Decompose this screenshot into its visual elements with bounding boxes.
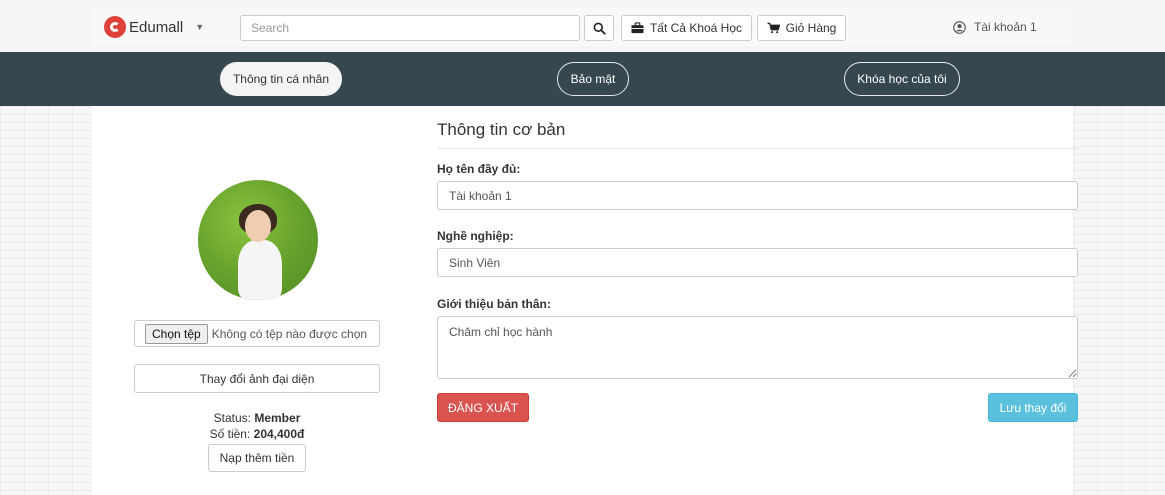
fullname-field[interactable]	[437, 181, 1078, 210]
bio-textarea[interactable]: Chăm chỉ học hành	[437, 316, 1078, 379]
avatar	[198, 180, 318, 300]
avatar-figure-face	[245, 210, 271, 242]
change-avatar-button[interactable]: Thay đổi ảnh đại diện	[134, 364, 380, 393]
search-input[interactable]	[240, 15, 580, 41]
top-navbar-inner: Edumall ▼ Tất Cả Khoá Học	[92, 8, 1073, 46]
logout-button[interactable]: ĐĂNG XUẤT	[437, 393, 529, 422]
file-input[interactable]: Chọn tệp Không có tệp nào được chọn	[134, 320, 380, 347]
account-label: Tài khoản 1	[974, 20, 1037, 34]
profile-tabs-band: Thông tin cá nhân Bảo mật Khóa học của t…	[0, 52, 1165, 106]
tab-my-courses[interactable]: Khóa học của tôi	[844, 62, 960, 96]
choose-file-button[interactable]: Chọn tệp	[145, 323, 208, 344]
balance-value: 204,400đ	[253, 427, 305, 441]
job-field[interactable]	[437, 248, 1078, 277]
brand-logo[interactable]: Edumall ▼	[104, 16, 204, 38]
file-status-text: Không có tệp nào được chọn	[211, 326, 368, 341]
section-title: Thông tin cơ bản	[437, 120, 1078, 149]
search-button[interactable]	[584, 15, 614, 41]
right-pattern-strip	[1073, 106, 1165, 495]
cart-icon	[767, 22, 780, 34]
brand-name: Edumall	[129, 18, 184, 36]
avatar-figure	[238, 240, 282, 300]
balance-label: Số tiền:	[209, 427, 251, 441]
status-value: Member	[254, 411, 301, 425]
all-courses-label: Tất Cả Khoá Học	[649, 21, 743, 35]
edumall-logo-icon	[104, 16, 126, 38]
tab-security[interactable]: Bảo mật	[557, 62, 629, 96]
user-circle-icon	[953, 20, 966, 34]
cart-label: Giỏ Hàng	[785, 21, 837, 35]
account-menu[interactable]: Tài khoản 1	[953, 20, 1073, 34]
bio-label: Giới thiệu bản thân:	[437, 297, 551, 311]
caret-down-icon[interactable]: ▼	[195, 22, 204, 32]
status-line: Status: Member	[134, 411, 380, 425]
job-label: Nghề nghiệp:	[437, 229, 514, 243]
topup-button[interactable]: Nạp thêm tiền	[208, 444, 306, 472]
balance-line: Số tiền: 204,400đ	[134, 427, 380, 441]
left-pattern-strip	[0, 106, 92, 495]
tab-personal-info[interactable]: Thông tin cá nhân	[220, 62, 342, 96]
save-changes-button[interactable]: Lưu thay đổi	[988, 393, 1078, 422]
fullname-label: Họ tên đầy đủ:	[437, 162, 521, 176]
top-navbar: Edumall ▼ Tất Cả Khoá Học	[0, 0, 1165, 52]
all-courses-button[interactable]: Tất Cả Khoá Học	[621, 15, 752, 41]
status-label: Status:	[213, 411, 251, 425]
cart-button[interactable]: Giỏ Hàng	[757, 15, 846, 41]
search-icon	[593, 22, 606, 35]
briefcase-icon	[631, 22, 644, 34]
